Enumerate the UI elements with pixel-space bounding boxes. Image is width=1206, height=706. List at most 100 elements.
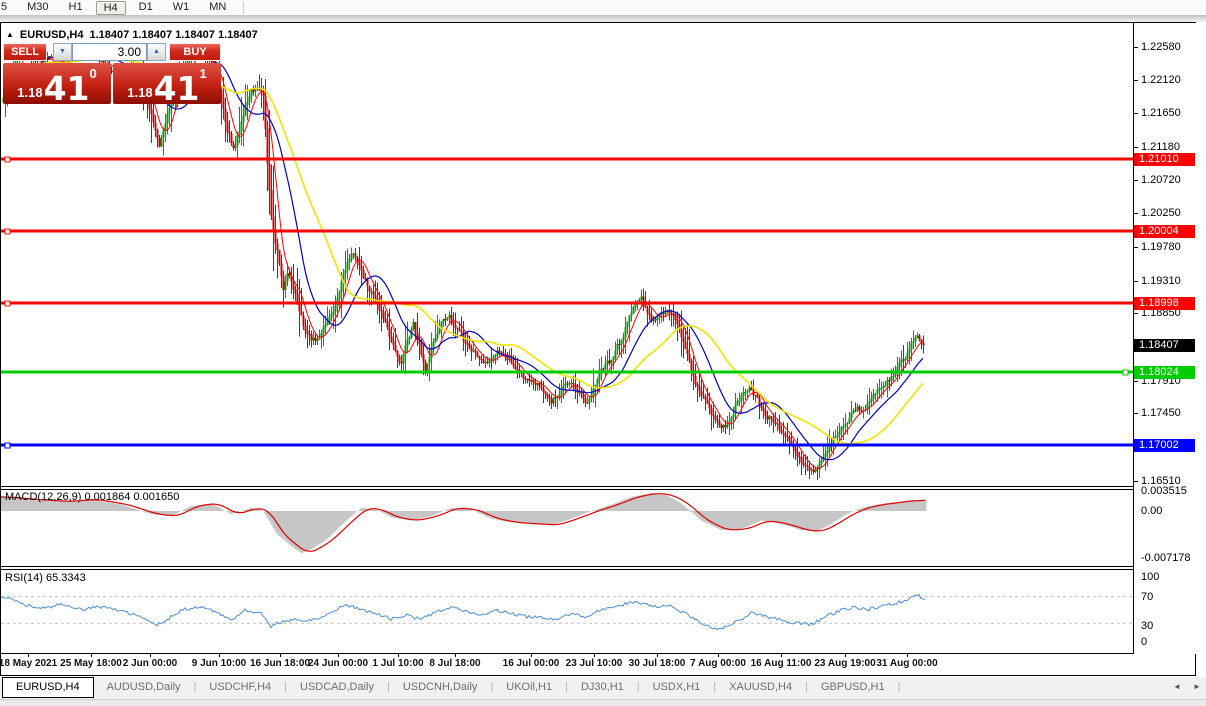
- toolbar-divider: [0, 15, 1206, 22]
- time-label: 2 Jun 00:00: [123, 658, 177, 669]
- time-tick: [907, 654, 908, 657]
- timeframe-toolbar: 5 M30 H1 H4 D1 W1 MN: [0, 0, 1206, 15]
- buy-button[interactable]: BUY: [169, 43, 221, 61]
- timeframe-button-MN[interactable]: MN: [202, 1, 233, 14]
- time-tick: [338, 654, 339, 657]
- rsi-axis-label: 100: [1141, 571, 1159, 583]
- time-tick: [845, 654, 846, 657]
- price-tick: [1134, 281, 1138, 282]
- rsi-pane-canvas[interactable]: [1, 570, 1133, 653]
- volume-decrease-button[interactable]: ▼: [53, 43, 72, 61]
- price-tick-label: 1.20250: [1141, 207, 1181, 219]
- hline-price-badge: 1.21010: [1134, 153, 1195, 166]
- price-tick: [1134, 313, 1138, 314]
- price-tick-label: 1.21650: [1141, 107, 1181, 119]
- chart-tab-usdcad[interactable]: USDCAD,Daily: [287, 677, 387, 697]
- price-tick-label: 1.20720: [1141, 174, 1181, 186]
- buy-price-big: 41: [154, 75, 200, 102]
- timeframe-button-D1[interactable]: D1: [132, 1, 160, 14]
- time-axis[interactable]: 18 May 202125 May 18:002 Jun 00:009 Jun …: [1, 654, 1133, 675]
- chart-tab-xauusd[interactable]: XAUUSD,H4: [716, 677, 805, 697]
- hline-price-badge: 1.17002: [1134, 439, 1195, 452]
- time-label: 16 Jun 18:00: [250, 658, 310, 669]
- sell-price-tile[interactable]: 1.18 41 0: [3, 63, 111, 104]
- chart-tab-usdcnh[interactable]: USDCNH,Daily: [390, 677, 491, 697]
- price-tick-label: 1.21180: [1141, 141, 1180, 153]
- time-label: 7 Aug 00:00: [690, 658, 746, 669]
- time-label: 9 Jun 10:00: [192, 658, 246, 669]
- price-tick: [1134, 247, 1138, 248]
- chart-tab-eurusd[interactable]: EURUSD,H4: [2, 677, 94, 698]
- time-tick: [280, 654, 281, 657]
- time-tick: [531, 654, 532, 657]
- sell-price-big: 41: [44, 75, 90, 102]
- time-label: 1 Jul 10:00: [372, 658, 423, 669]
- chart-tab-gbpusd[interactable]: GBPUSD,H1: [808, 677, 898, 697]
- tab-scroll-left-button[interactable]: ◄: [1170, 680, 1184, 694]
- time-tick: [455, 654, 456, 657]
- price-tick-label: 1.22580: [1141, 41, 1181, 53]
- price-tick: [1134, 413, 1138, 414]
- chart-tab-dj30[interactable]: DJ30,H1: [568, 677, 637, 697]
- time-tick: [91, 654, 92, 657]
- rsi-label: RSI(14) 65.3343: [5, 572, 86, 584]
- time-tick: [718, 654, 719, 657]
- buy-price-prefix: 1.18: [127, 86, 152, 99]
- timeframe-button-H1[interactable]: H1: [62, 1, 90, 14]
- time-label: 8 Jul 18:00: [429, 658, 480, 669]
- hline-price-badge: 1.18998: [1134, 297, 1195, 310]
- macd-axis-label: 0.003515: [1141, 485, 1187, 497]
- macd-axis-label: -0.007178: [1141, 552, 1191, 564]
- macd-axis-label: 0.00: [1141, 505, 1162, 517]
- current-price-badge: 1.18407: [1134, 339, 1195, 352]
- timeframe-button-H4[interactable]: H4: [96, 1, 126, 15]
- time-label: 30 Jul 18:00: [629, 658, 686, 669]
- buy-price-tile[interactable]: 1.18 41 1: [113, 63, 221, 104]
- rsi-axis-label: 30: [1141, 620, 1153, 632]
- hline-price-badge: 1.18024: [1134, 366, 1195, 379]
- time-label: 18 May 2021: [0, 658, 57, 669]
- timeframe-button-W1[interactable]: W1: [166, 1, 197, 14]
- chart-ohlc-quotes: 1.18407 1.18407 1.18407 1.18407: [90, 29, 258, 41]
- timeframe-button-M30[interactable]: M30: [20, 1, 55, 14]
- time-label: 24 Jun 00:00: [308, 658, 368, 669]
- time-tick: [594, 654, 595, 657]
- tab-scroll-right-button[interactable]: ►: [1190, 680, 1204, 694]
- time-label: 31 Aug 00:00: [876, 658, 937, 669]
- time-tick: [219, 654, 220, 657]
- sell-button[interactable]: SELL: [3, 43, 47, 61]
- time-tick: [781, 654, 782, 657]
- price-tick-label: 1.22120: [1141, 74, 1181, 86]
- tab-separator: |: [898, 677, 901, 697]
- price-tick: [1134, 147, 1138, 148]
- time-tick: [28, 654, 29, 657]
- volume-input[interactable]: [72, 43, 147, 61]
- buy-price-pip: 1: [200, 66, 207, 81]
- time-label: 23 Aug 19:00: [814, 658, 875, 669]
- toolbar-separator: [243, 2, 244, 14]
- collapse-panel-icon[interactable]: ▲: [6, 30, 14, 39]
- rsi-axis-label: 0: [1141, 636, 1147, 648]
- price-tick: [1134, 481, 1138, 482]
- time-tick: [150, 654, 151, 657]
- trading-app: 5 M30 H1 H4 D1 W1 MN MACD(12,26,9) 0.001864 0.…: [0, 0, 1206, 706]
- chart-tab-ukoil[interactable]: UKOil,H1: [493, 677, 565, 697]
- price-tick: [1134, 381, 1138, 382]
- macd-label: MACD(12,26,9) 0.001864 0.001650: [5, 491, 179, 503]
- time-label: 16 Aug 11:00: [751, 658, 812, 669]
- hline-price-badge: 1.20004: [1134, 225, 1195, 238]
- time-tick: [398, 654, 399, 657]
- chart-tab-usdx[interactable]: USDX,H1: [640, 677, 714, 697]
- volume-increase-button[interactable]: ▲: [147, 43, 166, 61]
- chart-tab-audusd[interactable]: AUDUSD,Daily: [94, 677, 194, 697]
- rsi-axis-label: 70: [1141, 591, 1153, 603]
- price-tick-label: 1.17450: [1141, 407, 1181, 419]
- chart-tab-usdchf[interactable]: USDCHF,H4: [196, 677, 284, 697]
- one-click-trading-panel: SELL ▼ ▲ BUY 1.18 41 0 1.18 41 1: [3, 43, 221, 104]
- chart-tab-bar: EURUSD,H4AUDUSD,Daily|USDCHF,H4|USDCAD,D…: [0, 677, 1206, 699]
- timeframe-button-5[interactable]: 5: [0, 1, 14, 14]
- time-tick: [657, 654, 658, 657]
- bottom-strip: [0, 699, 1206, 706]
- price-tick: [1134, 213, 1138, 214]
- price-tick: [1134, 113, 1138, 114]
